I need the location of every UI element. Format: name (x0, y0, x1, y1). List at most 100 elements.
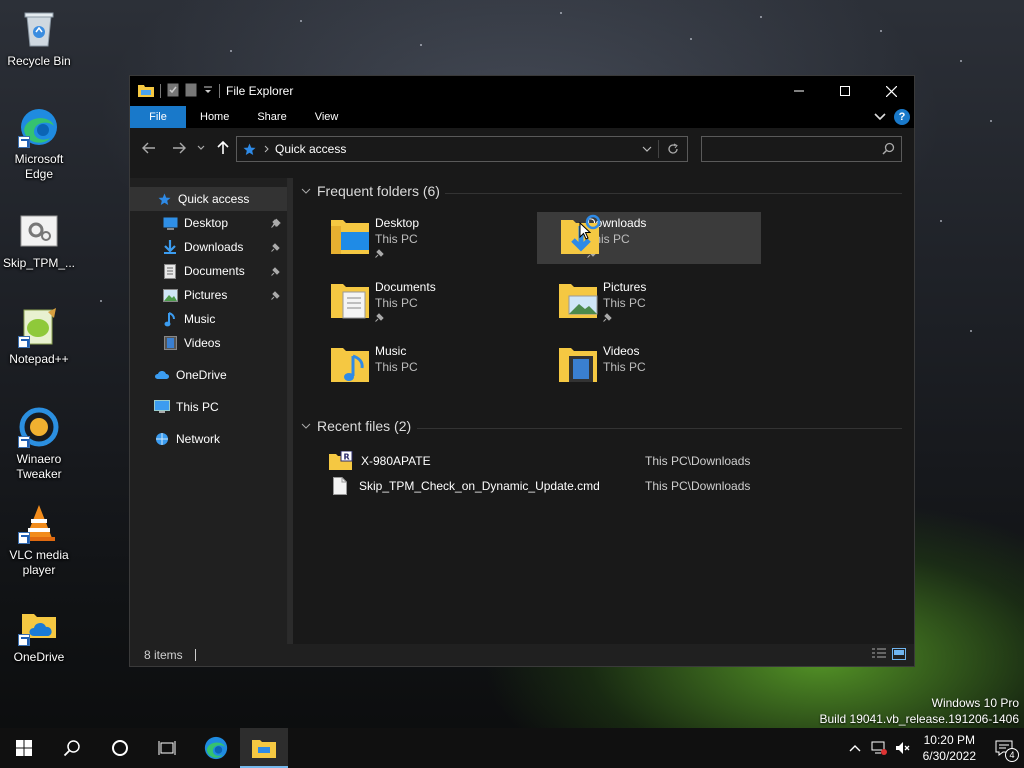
back-button[interactable] (134, 133, 164, 163)
nav-item-onedrive[interactable]: OneDrive (130, 363, 287, 387)
folder-shortcut-icon: R (329, 451, 353, 471)
cortana-circle-icon (112, 740, 128, 756)
search-icon (63, 740, 80, 757)
task-view-button[interactable] (144, 728, 192, 768)
minimize-icon (794, 90, 804, 92)
properties-icon[interactable] (167, 83, 179, 100)
file-explorer-icon (252, 740, 276, 758)
group-header-label: Frequent folders (6) (317, 183, 440, 199)
help-button[interactable]: ? (894, 109, 910, 125)
search-button[interactable] (48, 728, 96, 768)
large-icons-view-icon[interactable] (892, 648, 906, 663)
desktop-icon-winaero[interactable]: Winaero Tweaker (0, 406, 78, 482)
notification-count-badge: 4 (1005, 748, 1019, 762)
nav-item-videos[interactable]: Videos (130, 331, 287, 355)
refresh-icon[interactable] (659, 143, 687, 155)
address-bar[interactable]: Quick access (236, 136, 688, 162)
close-button[interactable] (868, 76, 914, 106)
windows-version-watermark: Windows 10 Pro Build 19041.vb_release.19… (820, 695, 1020, 727)
desktop-icon-recycle-bin[interactable]: Recycle Bin (0, 8, 78, 69)
recent-file-name: Skip_TPM_Check_on_Dynamic_Update.cmd (359, 479, 600, 493)
forward-button[interactable] (164, 133, 194, 163)
nav-item-documents[interactable]: Documents (130, 259, 287, 283)
nav-item-quick-access[interactable]: Quick access (130, 187, 287, 211)
details-view-icon[interactable] (872, 648, 886, 663)
shortcut-arrow-icon (18, 136, 30, 148)
pin-icon[interactable] (271, 289, 281, 303)
customize-toolbar-chevron-icon[interactable] (203, 84, 213, 98)
tab-file[interactable]: File (130, 106, 186, 128)
pin-icon[interactable] (271, 265, 281, 279)
nav-item-downloads[interactable]: Downloads (130, 235, 287, 259)
pin-icon[interactable] (271, 217, 281, 231)
tile-location: This PC (603, 360, 646, 374)
desktop-icon-label: OneDrive (13, 650, 65, 664)
tab-view[interactable]: View (301, 106, 353, 128)
task-view-icon (158, 741, 176, 755)
window-title: File Explorer (226, 84, 294, 98)
chevron-down-icon (301, 188, 311, 194)
pin-icon[interactable] (271, 241, 281, 255)
file-explorer-window: File Explorer File Home Share View ? Qui… (129, 75, 915, 667)
start-button[interactable] (0, 728, 48, 768)
folder-tile-music[interactable]: Music This PC (329, 340, 553, 392)
minimize-button[interactable] (776, 76, 822, 106)
recent-files-header[interactable]: Recent files (2) (301, 418, 411, 434)
recent-file-row[interactable]: Skip_TPM_Check_on_Dynamic_Update.cmd Thi… (329, 474, 779, 498)
volume-muted-icon[interactable] (891, 741, 915, 755)
nav-item-pictures[interactable]: Pictures (130, 283, 287, 307)
address-dropdown-chevron-icon[interactable] (636, 146, 658, 152)
documents-folder-icon (329, 276, 375, 328)
desktop-icon-notepadpp[interactable]: Notepad++ (0, 306, 78, 367)
navigation-bar: Quick access (130, 128, 914, 168)
tab-share[interactable]: Share (243, 106, 300, 128)
tile-location: This PC (375, 360, 418, 374)
folder-tile-downloads[interactable]: Downloads This PC (537, 212, 761, 264)
nav-item-music[interactable]: Music (130, 307, 287, 331)
desktop-folder-icon (162, 215, 178, 231)
new-folder-icon[interactable] (185, 83, 197, 100)
taskbar-app-file-explorer[interactable] (240, 728, 288, 768)
cortana-button[interactable] (96, 728, 144, 768)
nav-item-label: Quick access (178, 192, 250, 206)
desktop-icon-skip-tpm[interactable]: Skip_TPM_... (0, 210, 78, 271)
music-note-icon (162, 311, 178, 327)
up-button[interactable] (208, 133, 238, 163)
frequent-folders-header[interactable]: Frequent folders (6) (301, 183, 440, 199)
back-arrow-icon (142, 142, 155, 154)
tab-home[interactable]: Home (186, 106, 243, 128)
toolbar-separator (160, 84, 161, 98)
desktop-icon-label: Winaero Tweaker (16, 452, 62, 481)
tile-name: Videos (603, 344, 640, 358)
network-status-icon[interactable] (867, 741, 891, 755)
nav-item-label: Pictures (184, 288, 228, 302)
show-hidden-icons-chevron-icon[interactable] (843, 744, 867, 752)
watermark-build: Build 19041.vb_release.191206-1406 (819, 712, 1020, 726)
folder-tile-documents[interactable]: Documents This PC (329, 276, 553, 328)
desktop-icon-label: Skip_TPM_... (2, 256, 76, 270)
recent-locations-button[interactable] (194, 133, 208, 163)
tile-name: Desktop (375, 216, 420, 230)
clock[interactable]: 10:20 PM 6/30/2022 (915, 732, 984, 764)
folder-tile-pictures[interactable]: Pictures This PC (557, 276, 781, 328)
search-input[interactable] (701, 136, 902, 162)
nav-item-this-pc[interactable]: This PC (130, 395, 287, 419)
desktop-icon-vlc[interactable]: VLC media player (0, 502, 78, 578)
maximize-button[interactable] (822, 76, 868, 106)
desktop-icon-edge[interactable]: Microsoft Edge (0, 106, 78, 182)
nav-item-network[interactable]: Network (130, 427, 287, 451)
recent-file-row[interactable]: R X-980APATE This PC\Downloads (329, 449, 779, 473)
folder-tile-videos[interactable]: Videos This PC (557, 340, 781, 392)
cmd-file-icon (333, 477, 347, 495)
pin-icon (375, 311, 385, 325)
taskbar-app-edge[interactable] (192, 728, 240, 768)
folder-tile-desktop[interactable]: Desktop This PC (329, 212, 553, 264)
downloads-arrow-icon (162, 239, 178, 255)
action-center-button[interactable]: 4 (984, 728, 1024, 768)
recent-file-name: X-980APATE (361, 454, 431, 468)
title-bar[interactable]: File Explorer (130, 76, 914, 106)
expand-ribbon-chevron-icon[interactable] (874, 110, 886, 124)
breadcrumb-current[interactable]: Quick access (275, 142, 346, 156)
desktop-icon-onedrive[interactable]: OneDrive (0, 604, 78, 665)
nav-item-desktop[interactable]: Desktop (130, 211, 287, 235)
